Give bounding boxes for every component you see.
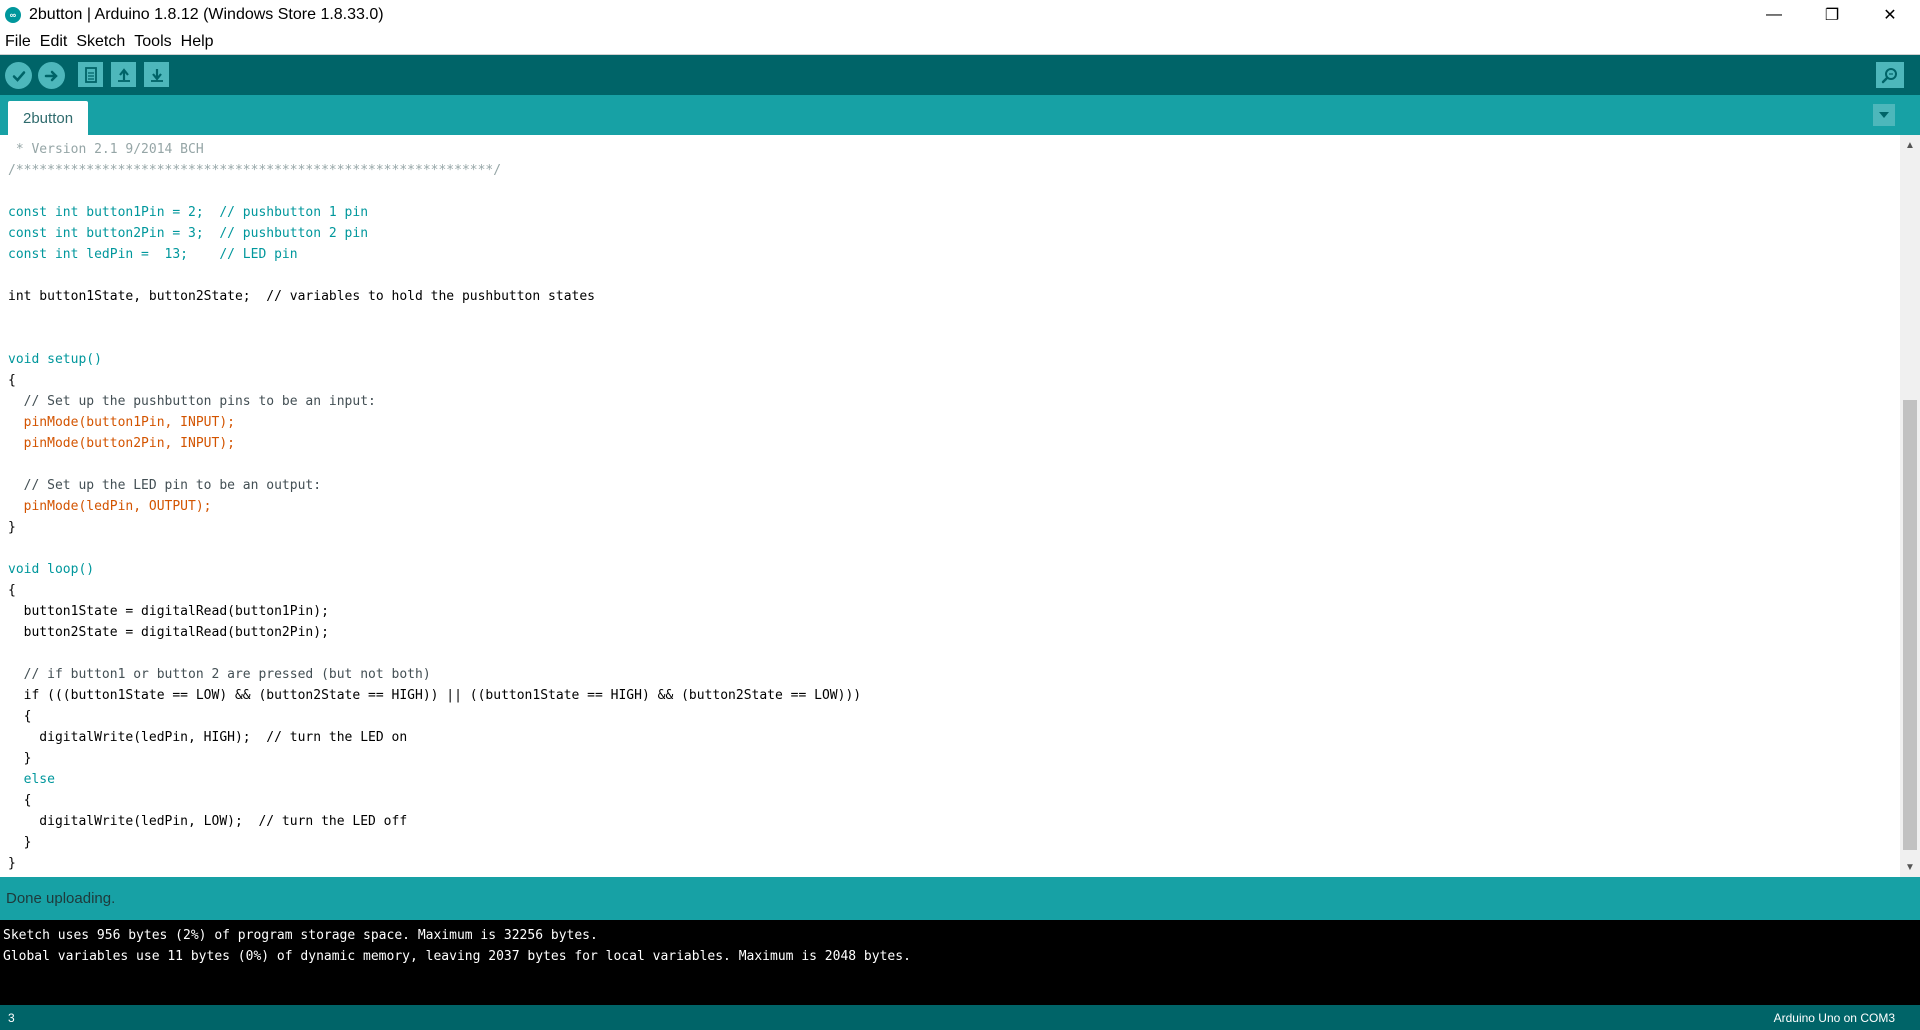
code-line-33: digitalWrite(ledPin, LOW); // turn the L… [8, 814, 408, 829]
code-line-29: digitalWrite(ledPin, HIGH); // turn the … [8, 730, 408, 745]
code-text[interactable]: * Version 2.1 9/2014 BCH /**************… [8, 139, 861, 874]
new-file-icon [84, 66, 97, 83]
code-line-14: pinMode(button1Pin, INPUT); [8, 415, 235, 430]
code-line-8: int button1State, button2State; // varia… [8, 289, 595, 304]
close-icon: ✕ [1883, 6, 1897, 24]
code-line-1: * Version 2.1 9/2014 BCH [8, 142, 204, 157]
toolbar [0, 55, 1920, 95]
status-message: Done uploading. [6, 890, 116, 907]
menu-tools[interactable]: Tools [130, 33, 175, 51]
code-line-12: { [8, 373, 16, 388]
open-sketch-button[interactable] [111, 62, 136, 87]
code-line-18: pinMode(ledPin, OUTPUT); [8, 499, 212, 514]
menu-sketch[interactable]: Sketch [72, 33, 129, 51]
verify-icon [12, 70, 25, 82]
minimize-icon: — [1766, 5, 1782, 23]
code-line-4: const int button1Pin = 2; // pushbutton … [8, 205, 369, 220]
tab-menu-button[interactable] [1873, 104, 1895, 126]
console-text: Sketch uses 956 bytes (2%) of program st… [3, 925, 911, 967]
arrow-up-icon [117, 67, 130, 82]
title-bar: ∞ 2button | Arduino 1.8.12 (Windows Stor… [0, 0, 1920, 29]
minimize-button[interactable]: — [1745, 0, 1803, 29]
code-line-11: void setup() [8, 352, 102, 367]
save-sketch-button[interactable] [144, 62, 169, 87]
serial-monitor-button[interactable] [1876, 62, 1904, 88]
arrow-down-icon [150, 68, 163, 82]
code-line-23: button1State = digitalRead(button1Pin); [8, 604, 329, 619]
arduino-logo-icon: ∞ [5, 6, 21, 23]
code-editor[interactable]: * Version 2.1 9/2014 BCH /**************… [0, 135, 1900, 877]
maximize-button[interactable]: ❐ [1803, 0, 1861, 29]
code-line-22: { [8, 583, 16, 598]
upload-icon [44, 70, 58, 81]
tab-bar: 2button [0, 95, 1920, 135]
code-line-32: { [8, 793, 32, 808]
tab-2button[interactable]: 2button [8, 101, 89, 135]
code-line-30: } [8, 751, 32, 766]
menu-help[interactable]: Help [177, 33, 218, 51]
menu-file[interactable]: File [1, 33, 35, 51]
code-line-27: if (((button1State == LOW) && (button2St… [8, 688, 862, 703]
console-output[interactable]: Sketch uses 956 bytes (2%) of program st… [0, 920, 1920, 1005]
upload-button[interactable] [38, 62, 65, 89]
scroll-up-arrow-icon[interactable]: ▲ [1900, 135, 1920, 155]
new-sketch-button[interactable] [78, 62, 103, 87]
vertical-scrollbar[interactable]: ▲ ▼ [1900, 135, 1920, 877]
restore-icon: ❐ [1824, 6, 1840, 24]
window-title: 2button | Arduino 1.8.12 (Windows Store … [29, 5, 384, 23]
code-line-21: void loop() [8, 562, 95, 577]
code-line-5: const int button2Pin = 3; // pushbutton … [8, 226, 369, 241]
code-line-17: // Set up the LED pin to be an output: [8, 478, 322, 493]
footer-bar: 3 Arduino Uno on COM3 [0, 1005, 1920, 1030]
line-number: 3 [8, 1011, 15, 1025]
status-bar: Done uploading. [0, 877, 1920, 920]
chevron-down-icon [1879, 112, 1889, 118]
code-line-2: /***************************************… [8, 163, 502, 178]
code-line-13: // Set up the pushbutton pins to be an i… [8, 394, 376, 409]
scroll-down-arrow-icon[interactable]: ▼ [1900, 857, 1920, 877]
code-line-34: } [8, 835, 32, 850]
code-line-15: pinMode(button2Pin, INPUT); [8, 436, 235, 451]
menu-edit[interactable]: Edit [36, 33, 72, 51]
scroll-thumb[interactable] [1903, 400, 1917, 850]
console-line-1: Sketch uses 956 bytes (2%) of program st… [3, 928, 598, 943]
menu-bar: File Edit Sketch Tools Help [0, 29, 1920, 55]
code-line-6: const int ledPin = 13; // LED pin [8, 247, 298, 262]
code-line-35: } [8, 856, 16, 871]
verify-button[interactable] [5, 62, 32, 89]
code-line-28: { [8, 709, 32, 724]
code-line-19: } [8, 520, 16, 535]
code-line-26: // if button1 or button 2 are pressed (b… [8, 667, 431, 682]
console-line-2: Global variables use 11 bytes (0%) of dy… [3, 949, 911, 964]
code-line-24: button2State = digitalRead(button2Pin); [8, 625, 329, 640]
code-line-31: else [8, 772, 55, 787]
serial-monitor-icon [1881, 68, 1897, 84]
board-info: Arduino Uno on COM3 [1773, 1011, 1895, 1025]
close-button[interactable]: ✕ [1861, 0, 1919, 29]
